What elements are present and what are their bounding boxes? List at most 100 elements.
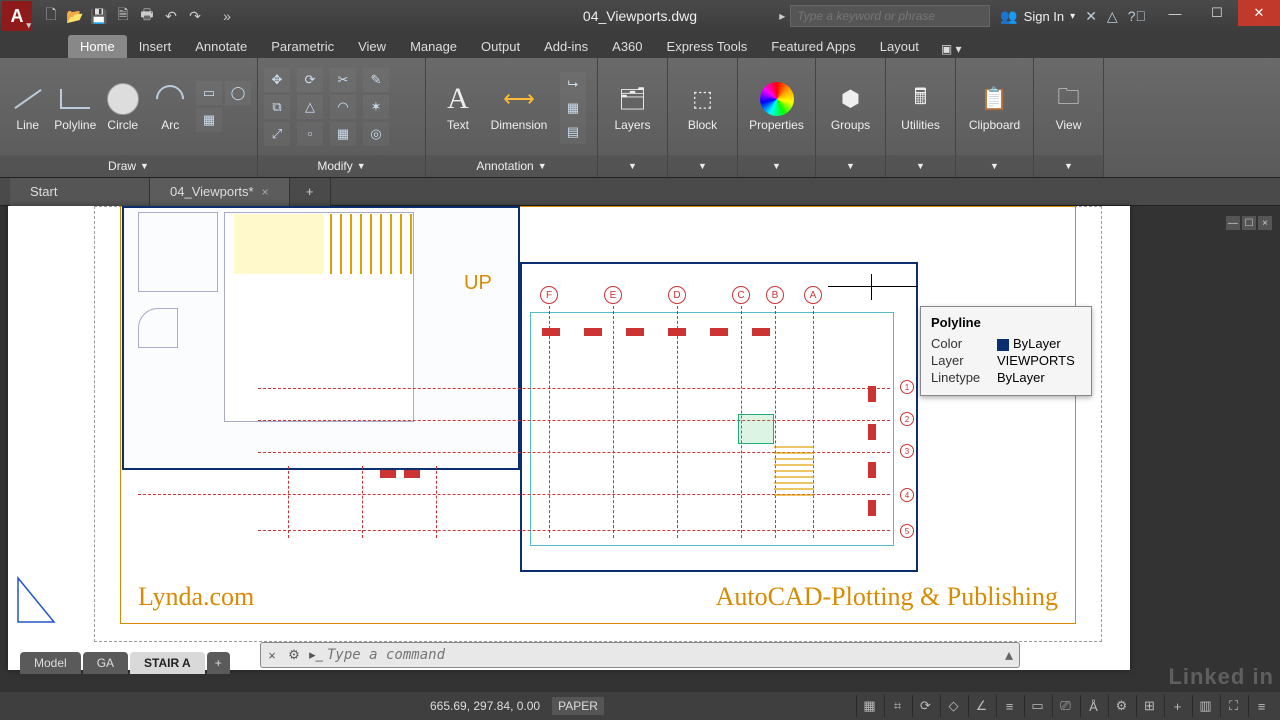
saveas-icon[interactable]: 🗎	[112, 5, 134, 27]
save-icon[interactable]: 💾	[88, 5, 110, 27]
rectangle-icon[interactable]: ▭	[196, 81, 222, 105]
undo-icon[interactable]: ↶	[160, 5, 182, 27]
transparency-icon[interactable]: ▭	[1024, 695, 1050, 717]
tab-featured[interactable]: Featured Apps	[759, 35, 868, 58]
stretch-icon[interactable]: ⤢	[264, 122, 290, 146]
tab-layout[interactable]: Layout	[868, 35, 931, 58]
copy-icon[interactable]: ⧉	[264, 95, 290, 119]
paper-space[interactable]: UP F E D C B A 1 2 3 4 5	[8, 206, 1130, 670]
array-icon[interactable]: ▦	[330, 122, 356, 146]
vp-min-icon[interactable]: —	[1226, 216, 1240, 230]
snap-icon[interactable]: ⌗	[884, 695, 910, 717]
layout-stair-a[interactable]: STAIR A	[130, 652, 205, 674]
mirror-icon[interactable]: △	[297, 95, 323, 119]
layout-model[interactable]: Model	[20, 652, 81, 674]
tab-home[interactable]: Home	[68, 35, 127, 58]
vp-close-icon[interactable]: ×	[1258, 216, 1272, 230]
dimension-button[interactable]: ⟷Dimension	[488, 82, 550, 132]
polar-icon[interactable]: ⟳	[912, 695, 938, 717]
workspace-icon[interactable]: ⊞	[1136, 695, 1162, 717]
tab-view[interactable]: View	[346, 35, 398, 58]
sign-in-button[interactable]: 👥 Sign In ▾	[1000, 8, 1075, 25]
custom-icon[interactable]: ≡	[1248, 695, 1274, 717]
tab-output[interactable]: Output	[469, 35, 532, 58]
tab-manage[interactable]: Manage	[398, 35, 469, 58]
tab-express[interactable]: Express Tools	[655, 35, 760, 58]
move-icon[interactable]: ✥	[264, 68, 290, 92]
cmd-close-icon[interactable]: ×	[261, 648, 283, 663]
tab-insert[interactable]: Insert	[127, 35, 184, 58]
view-button[interactable]: 🗀View	[1040, 82, 1097, 132]
arc-button[interactable]: Arc	[149, 82, 193, 132]
panel-cycle-icon[interactable]: ▣ ▾	[941, 42, 962, 56]
hatch-icon[interactable]: ▦	[196, 108, 222, 132]
search-dropdown-icon[interactable]: ▸	[774, 9, 790, 23]
annovis-icon[interactable]: ⚙	[1108, 695, 1134, 717]
space-indicator[interactable]: PAPER	[552, 697, 604, 715]
drawing-area[interactable]: UP F E D C B A 1 2 3 4 5	[0, 206, 1280, 676]
utilities-button[interactable]: 🖩Utilities	[892, 82, 949, 132]
tab-add[interactable]: +	[290, 178, 331, 206]
annoscale-icon[interactable]: Å	[1080, 695, 1106, 717]
layers-button[interactable]: 🗂Layers	[604, 82, 661, 132]
command-input[interactable]	[327, 647, 999, 663]
redo-icon[interactable]: ↷	[184, 5, 206, 27]
close-button[interactable]: ✕	[1238, 0, 1280, 26]
line-button[interactable]: Line	[6, 82, 50, 132]
properties-button[interactable]: Properties	[744, 82, 809, 132]
polyline-button[interactable]: Polyline	[54, 82, 98, 132]
trim-icon[interactable]: ✂	[330, 68, 356, 92]
open-icon[interactable]: 📂	[64, 5, 86, 27]
groups-button[interactable]: ⬢Groups	[822, 82, 879, 132]
lineweight-icon[interactable]: ≡	[996, 695, 1022, 717]
vp-max-icon[interactable]: ☐	[1242, 216, 1256, 230]
help-icon[interactable]: ?⃝	[1128, 8, 1146, 24]
units-icon[interactable]: ▥	[1192, 695, 1218, 717]
app-menu-icon[interactable]: A	[2, 1, 32, 31]
minimize-button[interactable]: —	[1154, 0, 1196, 26]
scale-icon[interactable]: ▫	[297, 122, 323, 146]
new-icon[interactable]: 🗋	[40, 5, 62, 27]
grid-num: 1	[900, 380, 914, 394]
viewport-2[interactable]	[520, 262, 918, 572]
circle-button[interactable]: Circle	[101, 82, 145, 132]
close-tab-icon[interactable]: ×	[262, 185, 269, 199]
clipboard-button[interactable]: 📋Clipboard	[962, 82, 1027, 132]
osnap-icon[interactable]: ◇	[940, 695, 966, 717]
tab-addins[interactable]: Add-ins	[532, 35, 600, 58]
grid-icon[interactable]: ▦	[856, 695, 882, 717]
text-button[interactable]: AText	[432, 82, 484, 132]
monitor-icon[interactable]: +	[1164, 695, 1190, 717]
clean-icon[interactable]: ⛶	[1220, 695, 1246, 717]
tab-annotate[interactable]: Annotate	[183, 35, 259, 58]
maximize-button[interactable]: ☐	[1196, 0, 1238, 26]
panel-draw: Line Polyline Circle Arc ▭ ◯ ▦ Draw▼	[0, 58, 258, 177]
tab-file[interactable]: 04_Viewports*×	[150, 178, 290, 206]
qat-more-icon[interactable]: »	[216, 5, 238, 27]
layout-ga[interactable]: GA	[83, 652, 128, 674]
cycling-icon[interactable]: ⎚	[1052, 695, 1078, 717]
exchange-icon[interactable]: ✕	[1085, 8, 1097, 25]
search-input[interactable]	[790, 5, 990, 27]
command-line[interactable]: × ⚙ ▸_ ▴	[260, 642, 1020, 668]
table-icon[interactable]: ▦	[560, 96, 586, 120]
tab-start[interactable]: Start	[10, 178, 150, 206]
fillet-icon[interactable]: ◠	[330, 95, 356, 119]
block-button[interactable]: ⬚Block	[674, 82, 731, 132]
tab-a360[interactable]: A360	[600, 35, 654, 58]
layout-add[interactable]: +	[207, 652, 230, 674]
explode-icon[interactable]: ✶	[363, 95, 389, 119]
rotate-icon[interactable]: ⟳	[297, 68, 323, 92]
erase-icon[interactable]: ✎	[363, 68, 389, 92]
viewport-1[interactable]: UP	[122, 206, 520, 470]
offset-icon[interactable]: ◎	[363, 122, 389, 146]
ellipse-icon[interactable]: ◯	[225, 81, 251, 105]
cmd-history-icon[interactable]: ▴	[999, 645, 1019, 665]
otrack-icon[interactable]: ∠	[968, 695, 994, 717]
plot-icon[interactable]: 🖶	[136, 5, 158, 27]
tab-parametric[interactable]: Parametric	[259, 35, 346, 58]
mtext-icon[interactable]: ▤	[560, 120, 586, 144]
cmd-settings-icon[interactable]: ⚙	[283, 647, 305, 663]
a360-icon[interactable]: △	[1107, 8, 1118, 25]
leader-icon[interactable]: ⮡	[560, 72, 586, 96]
